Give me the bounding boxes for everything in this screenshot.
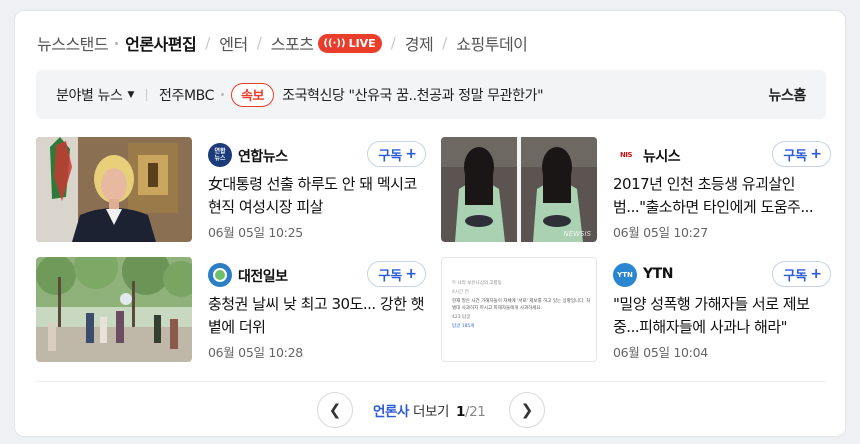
publisher-name[interactable]: 대전일보 <box>238 266 288 286</box>
chevron-right-icon: ❯ <box>520 401 534 419</box>
article-title[interactable]: "밀양 성폭행 가해자들 서로 제보중...피해자들에 사과나 해라" <box>613 293 831 339</box>
subscribe-label: 구독 <box>783 148 808 164</box>
subscribe-button[interactable]: 구독 + <box>772 141 831 167</box>
category-label: 분야별 뉴스 <box>56 87 123 104</box>
outlet-name[interactable]: 전주MBC <box>159 85 214 105</box>
news-panel: 뉴스스탠드 언론사편집 / 엔터 / 스포츠 ((·)) LIVE / 경제 / … <box>14 10 846 437</box>
subscribe-button[interactable]: 구독 + <box>772 261 831 287</box>
live-label: LIVE <box>348 36 376 50</box>
subscribe-label: 구독 <box>378 268 403 284</box>
next-page-button[interactable]: ❯ <box>509 392 545 428</box>
plus-icon: + <box>810 266 822 282</box>
tab-press-edit[interactable]: 언론사편집 <box>125 31 197 55</box>
article-thumbnail[interactable]: NEWSIS <box>441 137 597 242</box>
article-thumbnail[interactable] <box>36 257 192 362</box>
post-meta: 4시간 전 <box>452 290 469 295</box>
tab-separator <box>115 41 119 45</box>
tab-shopping-today[interactable]: 쇼핑투데이 <box>456 31 528 55</box>
news-home-link[interactable]: 뉴스홈 <box>769 85 807 105</box>
breaking-news-bar: 분야별 뉴스 ▼ 전주MBC 속보 조국혁신당 "산유국 꿈..천공과 정말 무관… <box>36 70 826 119</box>
news-card: 연합 뉴스 연합뉴스 구독 + 女대통령 선출 하루도 안 돼 멕시코 현직 여성시… <box>36 137 426 242</box>
divider <box>145 88 147 101</box>
publisher-name[interactable]: 연합뉴스 <box>238 146 288 166</box>
article-title[interactable]: 2017년 인천 초등생 유괴살인범..."출소하면 타인에게 도움주... <box>613 173 831 219</box>
ytn-logo-text: YTN <box>617 271 633 279</box>
news-card: 두 나라 보유니심의 고향동 4시간 전 현재 말은 사건 가해자들이 자체에 … <box>441 257 831 362</box>
plus-icon: + <box>810 146 822 162</box>
publisher-name[interactable]: YTN <box>643 266 673 282</box>
subscribe-label: 구독 <box>378 148 403 164</box>
post-actions: 423 답글 <box>452 315 471 320</box>
article-title[interactable]: 충청권 날씨 낮 최고 30도... 강한 햇볕에 더위 <box>208 293 426 339</box>
more-label: 더보기 <box>412 404 450 420</box>
post-header: 두 나라 보유니심의 고향동 <box>452 281 502 286</box>
subscribe-button[interactable]: 구독 + <box>367 141 426 167</box>
current-page: 1 <box>455 404 465 420</box>
more-press-link[interactable]: 언론사 더보기 1/21 <box>373 400 486 420</box>
footer-divider <box>36 381 826 382</box>
tab-separator: / <box>390 34 396 52</box>
tab-entertainment[interactable]: 엔터 <box>219 31 248 55</box>
post-reply: 답글 185개 <box>452 324 475 329</box>
tab-separator: / <box>205 34 211 52</box>
yonhap-logo-icon: 연합 뉴스 <box>208 143 232 167</box>
more-label-press: 언론사 <box>373 404 410 420</box>
thumbnail-watermark: NEWSIS <box>563 230 591 238</box>
plus-icon: + <box>405 266 417 282</box>
tab-separator: / <box>442 34 448 52</box>
article-time: 06월 05일 10:27 <box>613 225 708 240</box>
tab-separator: / <box>256 34 262 52</box>
tab-bar: 뉴스스탠드 언론사편집 / 엔터 / 스포츠 ((·)) LIVE / 경제 / … <box>37 31 528 55</box>
prev-page-button[interactable]: ❮ <box>317 392 353 428</box>
total-pages: /21 <box>464 404 486 420</box>
article-time: 06월 05일 10:04 <box>613 345 708 360</box>
ytn-logo-icon: YTN <box>613 263 637 287</box>
breaking-headline[interactable]: 조국혁신당 "산유국 꿈..천공과 정말 무관한가" <box>282 85 543 105</box>
live-signal-icon: ((·)) <box>323 37 346 49</box>
breaking-badge: 속보 <box>230 82 275 107</box>
chevron-left-icon: ❮ <box>328 401 342 419</box>
category-dropdown[interactable]: 분야별 뉴스 ▼ <box>56 85 134 105</box>
tab-sports[interactable]: 스포츠 <box>271 31 314 55</box>
daejeon-ilbo-logo-icon <box>208 263 232 287</box>
article-thumbnail[interactable] <box>36 137 192 242</box>
live-badge[interactable]: ((·)) LIVE <box>318 33 382 53</box>
publisher-name[interactable]: 뉴시스 <box>643 146 681 166</box>
article-time: 06월 05일 10:25 <box>208 225 303 240</box>
post-screenshot: 두 나라 보유니심의 고향동 4시간 전 현재 말은 사건 가해자들이 자체에 … <box>452 280 592 330</box>
tab-economy[interactable]: 경제 <box>405 31 434 55</box>
post-body: 현재 말은 사건 가해자들이 자체에 '서로' 제보를 하고 있는 상황입니다.… <box>452 299 591 311</box>
newsis-logo-icon: NIS <box>613 143 639 167</box>
dot-separator <box>220 93 224 96</box>
subscribe-button[interactable]: 구독 + <box>367 261 426 287</box>
news-card: NEWSIS NIS 뉴시스 구독 + 2017년 인천 초등생 유괴살인범...… <box>441 137 831 242</box>
article-thumbnail[interactable]: 두 나라 보유니심의 고향동 4시간 전 현재 말은 사건 가해자들이 자체에 … <box>441 257 597 362</box>
article-time: 06월 05일 10:28 <box>208 345 303 360</box>
news-card: 대전일보 구독 + 충청권 날씨 낮 최고 30도... 강한 햇볕에 더위 06… <box>36 257 426 362</box>
subscribe-label: 구독 <box>783 268 808 284</box>
plus-icon: + <box>405 146 417 162</box>
article-title[interactable]: 女대통령 선출 하루도 안 돼 멕시코 현직 여성시장 피살 <box>208 173 426 219</box>
caret-down-icon: ▼ <box>127 89 134 100</box>
tab-newsstand[interactable]: 뉴스스탠드 <box>37 31 109 55</box>
